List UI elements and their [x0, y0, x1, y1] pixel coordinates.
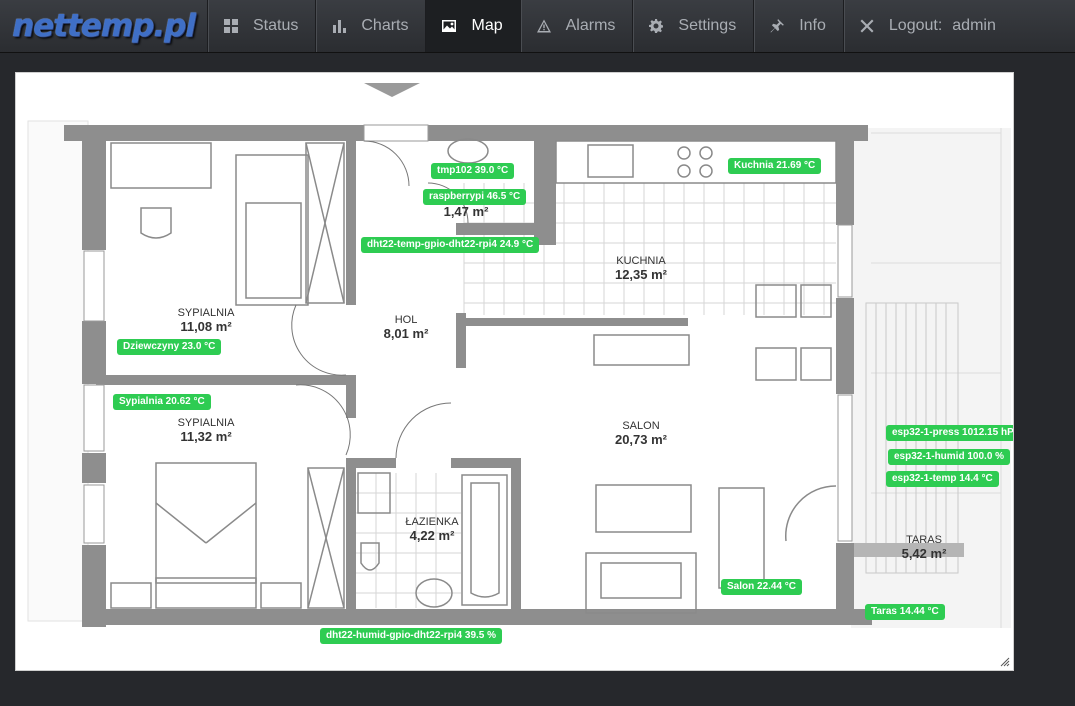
sensor-badge-esp32-temp[interactable]: esp32-1-temp 14.4 °C [886, 471, 999, 487]
sensor-badge-salon[interactable]: Salon 22.44 °C [721, 579, 803, 595]
map-panel: SYPIALNIA 11,08 m² HOL 8,01 m² KUCHNIA 1… [15, 72, 1014, 671]
nav-settings-label: Settings [678, 17, 737, 34]
room-label-sypialnia-2: SYPIALNIA 11,32 m² [177, 417, 235, 444]
room-label-hol: HOL 8,01 m² [383, 314, 429, 341]
nav-charts[interactable]: Charts [315, 0, 425, 52]
floor-plan-image [27, 83, 1011, 628]
sensor-badge-raspberrypi[interactable]: raspberrypi 46.5 °C [423, 189, 527, 205]
resize-handle-icon[interactable] [1000, 657, 1010, 667]
room-label-salon: SALON 20,73 m² [614, 420, 668, 447]
nav-alarms[interactable]: Alarms [519, 0, 633, 52]
nav-settings[interactable]: Settings [632, 0, 753, 52]
nav-info-label: Info [799, 17, 826, 34]
room-label-lazienka: ŁAZIENKA 4,22 m² [405, 516, 459, 543]
room-label-sypialnia-1: SYPIALNIA 11,08 m² [177, 307, 235, 334]
nav-logout[interactable]: Logout: admin [842, 0, 1013, 52]
sensor-badge-esp32-press[interactable]: esp32-1-press 1012.15 hPa [886, 425, 1013, 441]
nav-logout-label: Logout: [888, 17, 943, 34]
nav-status-label: Status [253, 17, 299, 34]
nav-map-label: Map [471, 17, 503, 34]
nav-alarms-label: Alarms [565, 17, 616, 34]
gear-icon [649, 19, 664, 33]
sensor-badge-dht22-humid[interactable]: dht22-humid-gpio-dht22-rpi4 39.5 % [320, 628, 503, 644]
nav-map[interactable]: Map [425, 0, 520, 52]
nav-info[interactable]: Info [753, 0, 843, 52]
sensor-badge-taras[interactable]: Taras 14.44 °C [865, 604, 945, 620]
sensor-badge-sypialnia[interactable]: Sypialnia 20.62 °C [113, 394, 211, 410]
pushpin-icon [770, 19, 785, 33]
sensor-badge-dziewczyny[interactable]: Dziewczyny 23.0 °C [117, 339, 222, 355]
room-label-kuchnia: KUCHNIA 12,35 m² [614, 255, 668, 282]
nettemp-logo[interactable]: nettemp.pl [0, 0, 207, 52]
sensor-badge-kuchnia[interactable]: Kuchnia 21.69 °C [728, 158, 822, 174]
sensor-badge-dht22-temp[interactable]: dht22-temp-gpio-dht22-rpi4 24.9 °C [361, 237, 540, 253]
warning-triangle-icon [536, 19, 551, 33]
sensor-badge-tmp102[interactable]: tmp102 39.0 °C [431, 163, 515, 179]
picture-icon [442, 19, 457, 33]
sensor-badge-esp32-humid[interactable]: esp32-1-humid 100.0 % [888, 449, 1011, 465]
top-navbar: nettemp.pl Status Charts Map Alarms Sett… [0, 0, 1075, 53]
room-label-taras: TARAS 5,42 m² [901, 534, 947, 561]
bar-chart-icon [332, 19, 347, 33]
room-label-small-bathroom: 1,47 m² [443, 204, 489, 219]
nav-status[interactable]: Status [207, 0, 315, 52]
nav-charts-label: Charts [361, 17, 409, 34]
dashboard-icon [224, 19, 238, 33]
logged-in-username: admin [952, 17, 996, 34]
close-icon [860, 19, 874, 33]
